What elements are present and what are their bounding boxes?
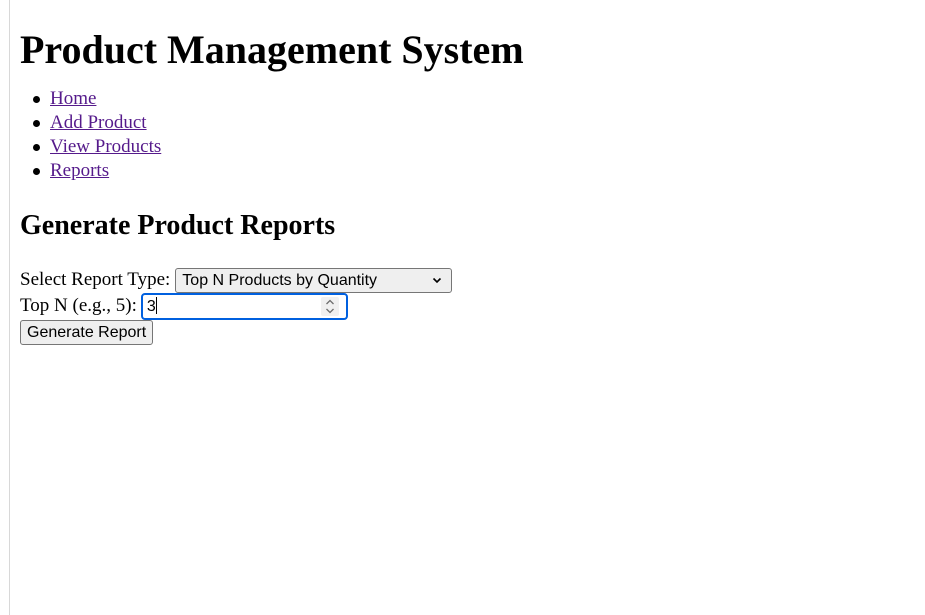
generate-report-button[interactable]: Generate Report xyxy=(20,320,154,345)
report-type-select[interactable]: Top N Products by Quantity xyxy=(175,267,453,293)
button-row: Generate Report xyxy=(20,319,925,345)
nav-link-home[interactable]: Home xyxy=(50,88,96,109)
spin-arrows-icon xyxy=(325,299,334,313)
nav-item-view-products: View Products xyxy=(33,135,905,159)
report-type-label: Select Report Type: xyxy=(20,269,171,290)
text-caret xyxy=(155,296,157,314)
spin-updown-icon[interactable] xyxy=(320,296,339,316)
nav-link-add-product[interactable]: Add Product xyxy=(50,112,147,133)
nav-link-reports[interactable]: Reports xyxy=(50,160,109,181)
report-type-selected-value: Top N Products by Quantity xyxy=(182,271,378,289)
nav-item-home: Home xyxy=(33,87,905,111)
section-heading: Generate Product Reports xyxy=(20,210,336,241)
bullet-icon xyxy=(33,96,40,103)
chevron-down-icon xyxy=(433,277,442,283)
top-n-input[interactable]: 3 xyxy=(140,292,348,320)
bullet-icon xyxy=(33,168,40,175)
page-content: Product Management System Home Add Produ… xyxy=(20,0,925,345)
report-type-row: Select Report Type: Top N Products by Qu… xyxy=(20,267,925,293)
nav-item-reports: Reports xyxy=(33,159,905,183)
top-n-value: 3 xyxy=(146,297,156,315)
nav-link-view-products[interactable]: View Products xyxy=(50,136,161,157)
main-nav: Home Add Product View Products Reports xyxy=(0,87,905,183)
bullet-icon xyxy=(33,120,40,127)
top-n-row: Top N (e.g., 5): 3 xyxy=(20,292,925,320)
page-title: Product Management System xyxy=(20,27,524,72)
top-n-label: Top N (e.g., 5): xyxy=(20,295,137,316)
nav-item-add-product: Add Product xyxy=(33,111,905,135)
bullet-icon xyxy=(33,144,40,151)
report-form: Select Report Type: Top N Products by Qu… xyxy=(20,267,925,345)
browser-viewport: Product Management System Home Add Produ… xyxy=(0,0,925,615)
